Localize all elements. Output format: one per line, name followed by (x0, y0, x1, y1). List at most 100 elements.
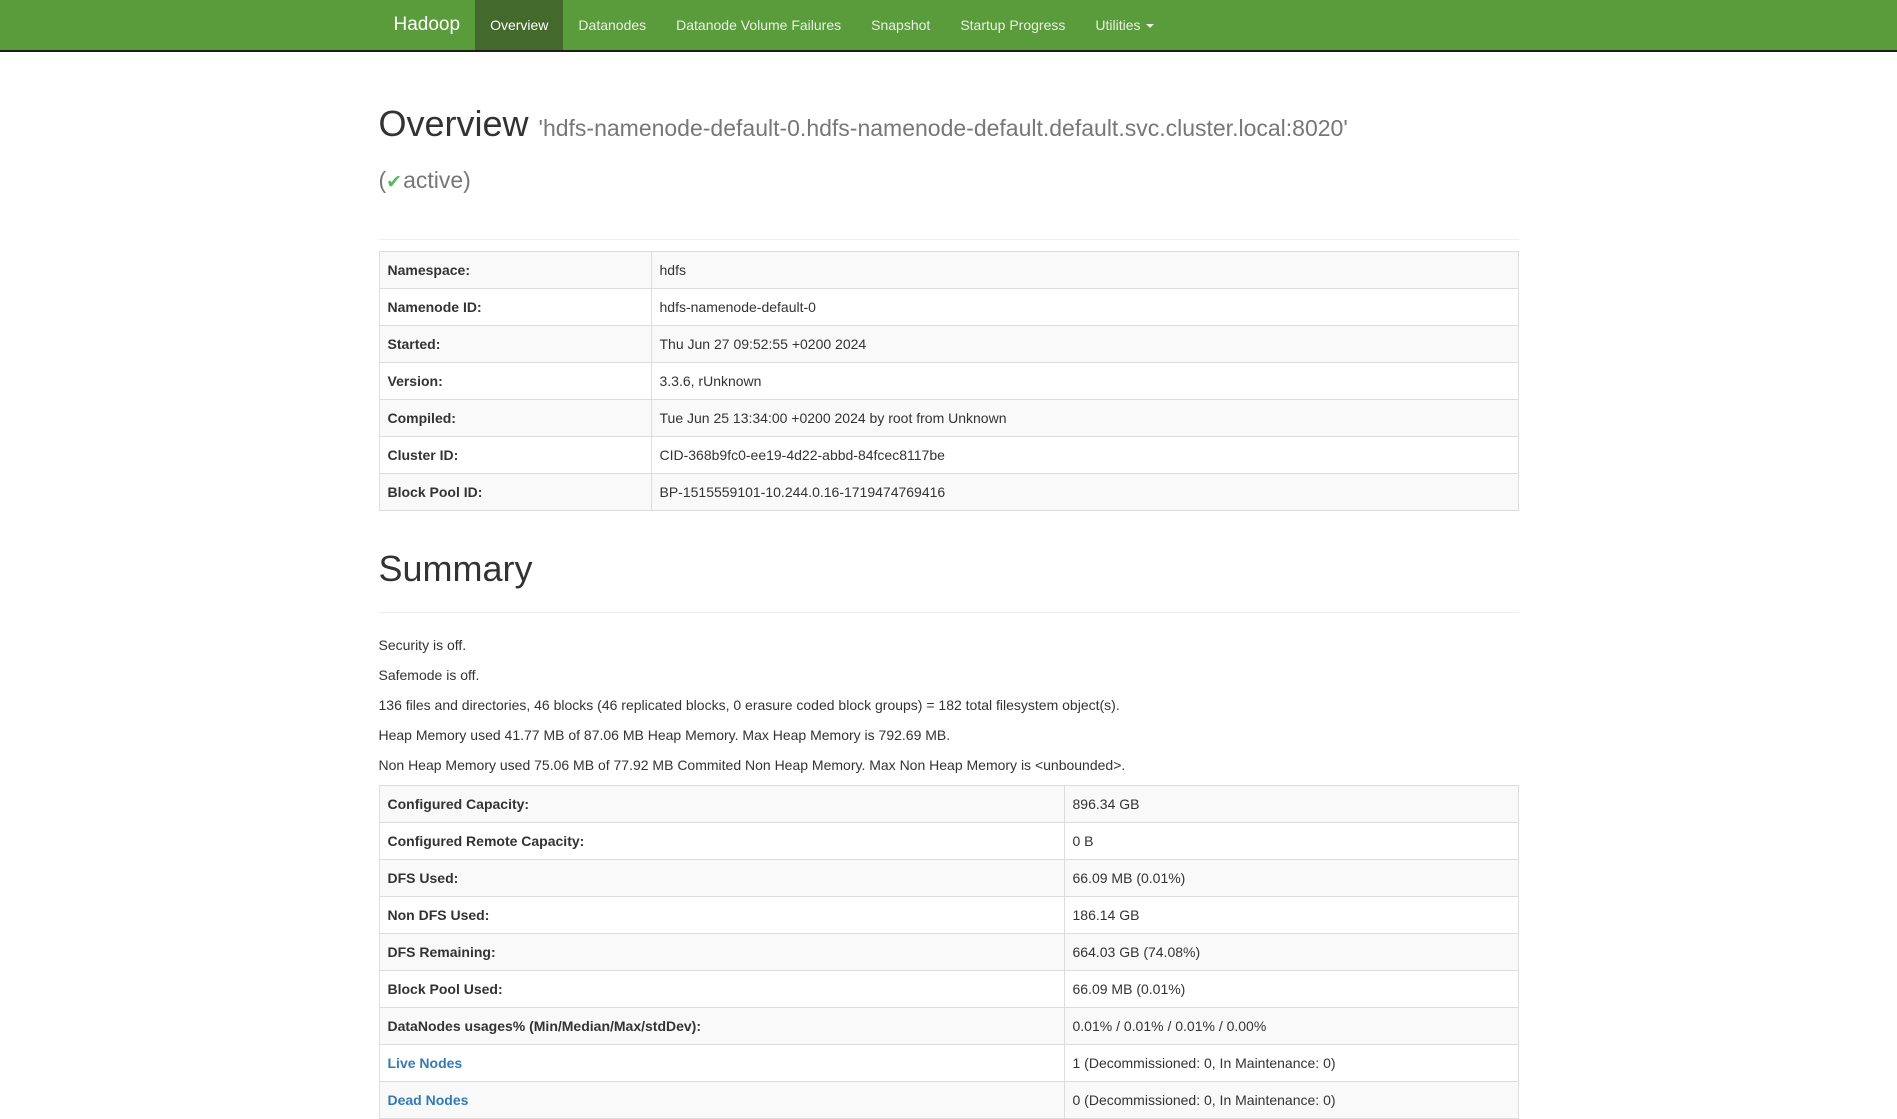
table-row: DFS Used: 66.09 MB (0.01%) (379, 860, 1518, 897)
nav-item-datanodes: Datanodes (563, 0, 661, 50)
navbar-menu: Overview Datanodes Datanode Volume Failure… (475, 0, 1168, 50)
table-row: Configured Capacity: 896.34 GB (379, 786, 1518, 823)
summary-paragraph: Non Heap Memory used 75.06 MB of 77.92 M… (379, 755, 1519, 776)
table-row: Live Nodes 1 (Decommissioned: 0, In Maint… (379, 1045, 1518, 1082)
summary-heading: Summary (379, 549, 1519, 589)
table-row: Started:Thu Jun 27 09:52:55 +0200 2024 (379, 326, 1518, 363)
summary-paragraph: 136 files and directories, 46 blocks (46… (379, 695, 1519, 716)
nav-link-snapshot[interactable]: Snapshot (856, 0, 945, 50)
namenode-address: 'hdfs-namenode-default-0.hdfs-namenode-d… (539, 115, 1348, 141)
row-label: Namespace: (379, 252, 651, 289)
table-row: Block Pool Used: 66.09 MB (0.01%) (379, 971, 1518, 1008)
row-value: hdfs-namenode-default-0 (651, 289, 1518, 326)
row-label: Dead Nodes (379, 1082, 1064, 1119)
row-value: 896.34 GB (1064, 786, 1518, 823)
table-row: Block Pool ID: BP-1515559101-10.244.0.16-… (379, 474, 1518, 511)
row-value: CID-368b9fc0-ee19-4d22-abbd-84fcec8117be (651, 437, 1518, 474)
table-row: Cluster ID:CID-368b9fc0-ee19-4d22-abbd-8… (379, 437, 1518, 474)
nav-item-snapshot: Snapshot (856, 0, 945, 50)
row-label: Block Pool ID: (379, 474, 651, 511)
row-label-text: Configured Remote Capacity: (388, 833, 585, 849)
row-label: DFS Used: (379, 860, 1064, 897)
namenode-info-table: Namespace: hdfs Namenode ID: hdfs-namenode-… (379, 251, 1519, 511)
row-label: Configured Capacity: (379, 786, 1064, 823)
summary-table: Configured Capacity:896.34 GBConfigured … (379, 785, 1519, 1119)
row-label-text: DFS Remaining: (388, 944, 496, 960)
row-value: 664.03 GB (74.08%) (1064, 934, 1518, 971)
row-value: 3.3.6, rUnknown (651, 363, 1518, 400)
table-row: Configured Remote Capacity: 0 B (379, 823, 1518, 860)
row-label: Block Pool Used: (379, 971, 1064, 1008)
row-label: Live Nodes (379, 1045, 1064, 1082)
row-label-text: Namenode ID: (388, 299, 482, 315)
nav-item-utilities: Utilities (1080, 0, 1168, 50)
dead-nodes-link[interactable]: Dead Nodes (388, 1092, 469, 1108)
nav-item-datanode-volume-failures: Datanode Volume Failures (661, 0, 856, 50)
overview-page-header: Overview 'hdfs-namenode-default-0.hdfs-n… (379, 104, 1519, 240)
row-label: Version: (379, 363, 651, 400)
nav-link-label: Overview (490, 17, 548, 33)
nav-item-overview: Overview (475, 0, 563, 50)
table-row: Version: 3.3.6, rUnknown (379, 363, 1518, 400)
nav-link-overview[interactable]: Overview (475, 0, 563, 50)
row-label-text: Started: (388, 336, 441, 352)
row-label: Configured Remote Capacity: (379, 823, 1064, 860)
table-row: Compiled:Tue Jun 25 13:34:00 +0200 2024 … (379, 400, 1518, 437)
summary-page-header: Summary (379, 549, 1519, 613)
table-row: Namenode ID: hdfs-namenode-default-0 (379, 289, 1518, 326)
nav-link-datanodes[interactable]: Datanodes (563, 0, 661, 50)
row-label: Non DFS Used: (379, 897, 1064, 934)
page-title: Overview 'hdfs-namenode-default-0.hdfs-n… (379, 104, 1519, 203)
row-label: DFS Remaining: (379, 934, 1064, 971)
table-row: Non DFS Used: 186.14 GB (379, 897, 1518, 934)
navbar: Hadoop Overview Datanodes Datanode Volume … (0, 0, 1897, 52)
row-label: DataNodes usages% (Min/Median/Max/stdDev… (379, 1008, 1064, 1045)
row-label-text: Version: (388, 373, 443, 389)
table-row: Dead Nodes 0 (Decommissioned: 0, In Maint… (379, 1082, 1518, 1119)
summary-paragraph: Heap Memory used 41.77 MB of 87.06 MB He… (379, 725, 1519, 746)
table-row: Namespace: hdfs (379, 252, 1518, 289)
row-label-text: Non DFS Used: (388, 907, 490, 923)
row-value: 186.14 GB (1064, 897, 1518, 934)
row-value: 0 (Decommissioned: 0, In Maintenance: 0) (1064, 1082, 1518, 1119)
caret-down-icon (1146, 24, 1154, 28)
brand-link[interactable]: Hadoop (379, 0, 476, 50)
nav-link-startup-progress[interactable]: Startup Progress (945, 0, 1080, 50)
nav-link-label: Datanode Volume Failures (676, 17, 841, 33)
summary-paragraph: Security is off. (379, 635, 1519, 656)
table-row: DFS Remaining: 664.03 GB (74.08%) (379, 934, 1518, 971)
row-label-text: Namespace: (388, 262, 471, 278)
state-label: active) (403, 167, 471, 193)
page-title-text: Overview (379, 103, 529, 144)
nav-link-label: Utilities (1095, 17, 1140, 33)
live-nodes-link[interactable]: Live Nodes (388, 1055, 463, 1071)
row-value: hdfs (651, 252, 1518, 289)
row-value: 66.09 MB (0.01%) (1064, 860, 1518, 897)
summary-paragraphs: Security is off. Safemode is off. 136 file… (379, 635, 1519, 776)
main-content: Overview 'hdfs-namenode-default-0.hdfs-n… (364, 104, 1534, 1119)
row-label-text: Configured Capacity: (388, 796, 530, 812)
row-value: 1 (Decommissioned: 0, In Maintenance: 0) (1064, 1045, 1518, 1082)
row-label: Started: (379, 326, 651, 363)
nav-link-label: Snapshot (871, 17, 930, 33)
active-check-icon: ✔ (386, 172, 403, 193)
row-label-text: Compiled: (388, 410, 456, 426)
row-label-text: DFS Used: (388, 870, 459, 886)
row-label-text: Block Pool Used: (388, 981, 503, 997)
row-label: Compiled: (379, 400, 651, 437)
namenode-state: (✔active) (379, 148, 1519, 203)
row-label-text: DataNodes usages% (Min/Median/Max/stdDev… (388, 1018, 702, 1034)
row-label-text: Block Pool ID: (388, 484, 483, 500)
nav-item-startup-progress: Startup Progress (945, 0, 1080, 50)
row-value: 0 B (1064, 823, 1518, 860)
row-label: Namenode ID: (379, 289, 651, 326)
nav-link-utilities[interactable]: Utilities (1080, 0, 1168, 50)
row-label: Cluster ID: (379, 437, 651, 474)
summary-paragraph: Safemode is off. (379, 665, 1519, 686)
nav-link-datanode-volume-failures[interactable]: Datanode Volume Failures (661, 0, 856, 50)
row-value: 0.01% / 0.01% / 0.01% / 0.00% (1064, 1008, 1518, 1045)
row-value: 66.09 MB (0.01%) (1064, 971, 1518, 1008)
nav-link-label: Startup Progress (960, 17, 1065, 33)
row-value: BP-1515559101-10.244.0.16-1719474769416 (651, 474, 1518, 511)
nav-link-label: Datanodes (578, 17, 646, 33)
